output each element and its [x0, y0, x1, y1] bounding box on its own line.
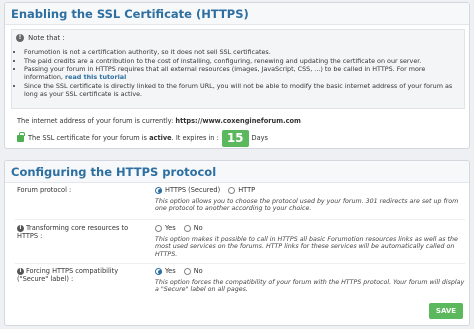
force-https-no-option[interactable]: No — [183, 267, 203, 275]
forum-url-line: The internet address of your forum is cu… — [17, 117, 301, 125]
info-icon: i — [17, 267, 24, 275]
ssl-panel: Enabling the SSL Certificate (HTTPS) ! N… — [4, 2, 470, 149]
core-resources-label: i Transforming core resources to HTTPS : — [17, 224, 137, 240]
info-icon: i — [17, 224, 24, 232]
forum-protocol-control: HTTPS (Secured) HTTP This option allows … — [155, 186, 465, 213]
core-resources-yes-radio[interactable] — [155, 224, 162, 232]
forum-protocol-row: Forum protocol : HTTPS (Secured) HTTP Th… — [15, 186, 465, 220]
ssl-panel-title: Enabling the SSL Certificate (HTTPS) — [5, 3, 469, 25]
force-https-yes-label: Yes — [165, 267, 176, 275]
core-resources-control: Yes No This option makes it possible to … — [155, 224, 465, 259]
https-panel-title: Configuring the HTTPS protocol — [5, 161, 469, 183]
core-resources-yes-option[interactable]: Yes — [155, 224, 176, 232]
forum-protocol-label: Forum protocol : — [17, 186, 72, 194]
days-label: Days — [251, 134, 268, 143]
force-https-no-radio[interactable] — [183, 267, 191, 275]
cert-status: active — [149, 134, 172, 143]
https-panel: Configuring the HTTPS protocol Forum pro… — [4, 160, 470, 326]
protocol-https-radio[interactable] — [155, 186, 162, 194]
force-https-no-label: No — [193, 267, 203, 275]
protocol-http-option[interactable]: HTTP — [228, 186, 255, 194]
core-resources-row: i Transforming core resources to HTTPS : … — [15, 224, 465, 264]
notes-list: Forumotion is not a certification author… — [16, 48, 456, 98]
core-resources-yes-label: Yes — [165, 224, 176, 232]
note-header: ! Note that : — [16, 34, 65, 42]
core-resources-help: This option makes it possible to call in… — [155, 235, 458, 259]
protocol-help: This option allows you to choose the pro… — [155, 197, 459, 213]
note-label: Note that : — [28, 34, 65, 42]
force-https-yes-option[interactable]: Yes — [155, 267, 176, 275]
cert-mid: . It expires in : — [171, 134, 219, 143]
days-remaining-badge: 15 — [221, 130, 249, 147]
protocol-https-label: HTTPS (Secured) — [165, 186, 221, 194]
force-https-control: Yes No This option forces the compatibil… — [155, 267, 465, 294]
force-https-row: i Forcing HTTPS compatibility ("Secure" l… — [15, 267, 465, 301]
force-https-label-text: Forcing HTTPS compatibility ("Secure" la… — [17, 267, 119, 284]
note-box: ! Note that : Forumotion is not a certif… — [11, 29, 465, 109]
force-https-yes-radio[interactable] — [155, 267, 162, 275]
note-item: Passing your forum in HTTPS requires tha… — [24, 65, 456, 81]
force-https-label: i Forcing HTTPS compatibility ("Secure" l… — [17, 267, 137, 283]
note-item: Forumotion is not a certification author… — [24, 48, 456, 56]
core-resources-no-radio[interactable] — [183, 224, 191, 232]
save-button[interactable]: SAVE — [429, 303, 463, 319]
note-item: Since the SSL certificate is directly li… — [24, 82, 456, 98]
warning-icon: ! — [16, 34, 24, 42]
force-https-help: This option forces the compatibility of … — [155, 278, 465, 294]
lock-icon — [17, 132, 25, 142]
core-resources-no-label: No — [193, 224, 203, 232]
cert-status-line: The SSL certificate for your forum is ac… — [17, 130, 268, 147]
tutorial-link[interactable]: read this tutorial — [65, 73, 126, 81]
url-prefix: The internet address of your forum is cu… — [17, 117, 174, 125]
note-item: The paid credits are a contribution to t… — [24, 57, 456, 65]
forum-url: https://www.coxengineforum.com — [175, 117, 301, 125]
protocol-http-label: HTTP — [238, 186, 256, 194]
protocol-http-radio[interactable] — [228, 186, 236, 194]
cert-prefix: The SSL certificate for your forum is — [28, 134, 147, 143]
core-resources-no-option[interactable]: No — [183, 224, 203, 232]
protocol-https-option[interactable]: HTTPS (Secured) — [155, 186, 220, 194]
core-resources-label-text: Transforming core resources to HTTPS : — [17, 224, 129, 241]
